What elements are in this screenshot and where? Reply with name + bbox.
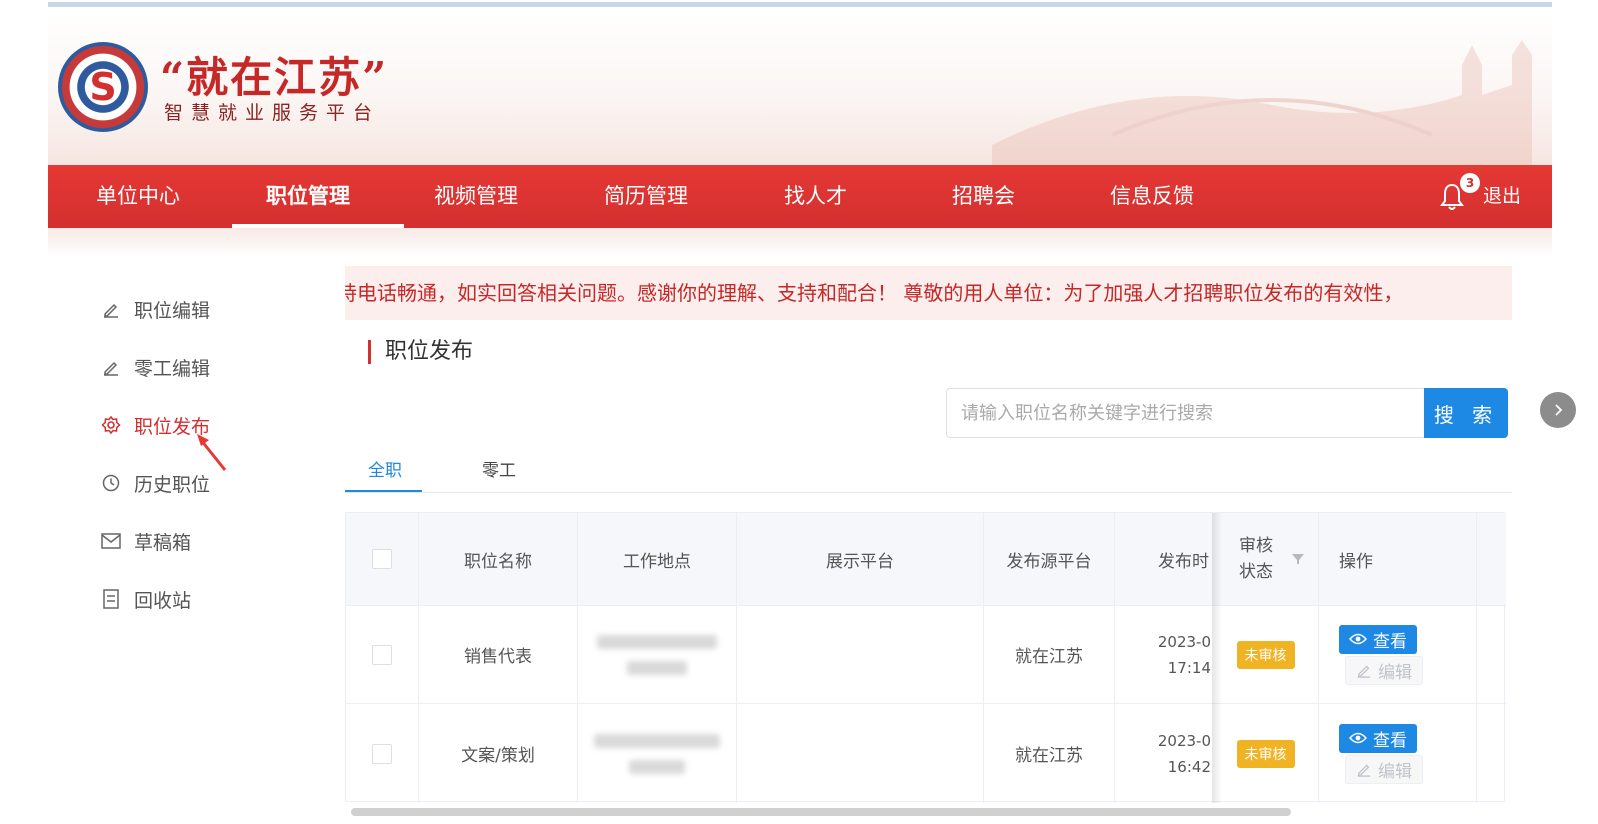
row-checkbox-cell <box>346 606 419 703</box>
cell-actions: 查看 编辑 <box>1319 606 1477 703</box>
tab-gig[interactable]: 零工 <box>482 456 516 481</box>
fixed-column-shadow <box>1212 513 1222 803</box>
cell-job-name: 销售代表 <box>419 606 578 703</box>
edit-button[interactable]: 编辑 <box>1345 754 1423 784</box>
notice-text: 持电话畅通，如实回答相关问题。感谢你的理解、支持和配合！ 尊敬的用人单位：为了加… <box>345 281 1404 305</box>
tabs-divider <box>345 492 1512 493</box>
view-button[interactable]: 查看 <box>1339 624 1417 654</box>
pencil-icon <box>1357 665 1371 678</box>
logo-emblem: S <box>58 42 148 132</box>
search-button[interactable]: 搜 索 <box>1424 388 1508 438</box>
column-header-display-platform: 展示平台 <box>737 513 984 605</box>
cell-display-platform <box>737 606 984 703</box>
status-badge: 未审核 <box>1236 739 1295 768</box>
sidebar-item-label: 零工编辑 <box>134 357 211 380</box>
column-header-source-platform: 发布源平台 <box>984 513 1115 605</box>
sidebar-item-job-publish[interactable]: 职位发布 <box>100 410 210 440</box>
skyline-decoration-icon <box>992 40 1532 165</box>
nav-item-job-management[interactable]: 职位管理 <box>266 165 350 228</box>
top-border <box>48 2 1552 7</box>
mail-icon <box>100 530 122 552</box>
logo-title: “就在江苏” <box>160 53 389 102</box>
row-checkbox-cell <box>346 704 419 803</box>
cell-source-platform: 就在江苏 <box>984 704 1115 803</box>
tab-full-time[interactable]: 全职 <box>368 456 402 481</box>
search-input[interactable] <box>946 388 1424 438</box>
annotation-arrow-icon <box>197 434 227 471</box>
notification-badge: 3 <box>1460 173 1480 193</box>
gear-icon <box>100 414 122 436</box>
column-header-actions: 操作 <box>1319 513 1477 605</box>
nav-item-job-fair[interactable]: 招聘会 <box>952 165 1015 228</box>
eye-icon <box>1349 633 1367 645</box>
logout-link[interactable]: 退出 <box>1483 165 1521 228</box>
nav-item-video-management[interactable]: 视频管理 <box>434 165 518 228</box>
main-nav: 单位中心 职位管理 视频管理 简历管理 找人才 招聘会 信息反馈 3 退出 <box>48 165 1552 228</box>
pencil-icon <box>100 356 122 378</box>
cell-review-status: 未审核 <box>1213 606 1319 703</box>
cell-publish-time: 2023-0 17:14 <box>1157 632 1211 677</box>
column-header-location: 工作地点 <box>578 513 737 605</box>
job-table: 职位名称 工作地点 展示平台 发布源平台 发布时 审核 状态 操作 销售代表 就… <box>345 512 1506 803</box>
row-checkbox[interactable] <box>372 743 392 764</box>
review-status-label-line2: 状态 <box>1239 562 1273 582</box>
column-header-review-status: 审核 状态 <box>1213 513 1319 605</box>
sidebar-item-label: 回收站 <box>134 589 192 612</box>
edit-button[interactable]: 编辑 <box>1345 655 1423 685</box>
nav-item-find-talent[interactable]: 找人才 <box>784 165 847 228</box>
nav-item-resume-management[interactable]: 简历管理 <box>604 165 688 228</box>
column-header-name: 职位名称 <box>419 513 578 605</box>
notice-marquee: 持电话畅通，如实回答相关问题。感谢你的理解、支持和配合！ 尊敬的用人单位：为了加… <box>345 266 1512 320</box>
sidebar-item-recycle-bin[interactable]: 回收站 <box>100 584 191 614</box>
cell-actions: 查看 编辑 <box>1319 704 1477 803</box>
filter-icon[interactable] <box>1292 553 1304 565</box>
horizontal-scrollbar[interactable] <box>351 808 1291 816</box>
document-icon <box>100 588 122 610</box>
eye-icon <box>1349 732 1367 744</box>
cell-review-status: 未审核 <box>1213 704 1319 803</box>
chevron-right-icon <box>1555 404 1563 416</box>
status-badge: 未审核 <box>1236 640 1295 669</box>
sidebar-item-label: 职位编辑 <box>134 299 211 322</box>
sidebar-item-job-edit[interactable]: 职位编辑 <box>100 294 210 324</box>
view-button[interactable]: 查看 <box>1339 723 1417 753</box>
sidebar-item-label: 历史职位 <box>134 473 211 496</box>
row-checkbox[interactable] <box>372 644 392 665</box>
cell-job-name: 文案/策划 <box>419 704 578 803</box>
sidebar-item-label: 草稿箱 <box>134 531 192 554</box>
header-checkbox-cell <box>346 513 419 605</box>
cell-display-platform <box>737 704 984 803</box>
cell-location-redacted <box>578 606 737 703</box>
site-header: S “就在江苏” 智慧就业服务平台 <box>48 8 1552 165</box>
review-status-label-line1: 审核 <box>1239 536 1273 556</box>
logo-subtitle: 智慧就业服务平台 <box>164 102 381 124</box>
clock-icon <box>100 472 122 494</box>
page-title: 职位发布 <box>368 340 473 364</box>
pencil-icon <box>1357 764 1371 777</box>
nav-item-unit-center[interactable]: 单位中心 <box>96 165 180 228</box>
select-all-checkbox[interactable] <box>372 549 392 569</box>
next-page-button[interactable] <box>1540 392 1576 428</box>
nav-shadow <box>48 228 1552 258</box>
column-header-publish-time: 发布时 <box>1158 551 1209 572</box>
sidebar-item-history-jobs[interactable]: 历史职位 <box>100 468 210 498</box>
cell-location-redacted <box>578 704 737 803</box>
nav-item-feedback[interactable]: 信息反馈 <box>1110 165 1194 228</box>
cell-source-platform: 就在江苏 <box>984 606 1115 703</box>
cell-publish-time: 2023-0 16:42 <box>1157 731 1211 776</box>
pencil-icon <box>100 298 122 320</box>
sidebar-item-drafts[interactable]: 草稿箱 <box>100 526 191 556</box>
sidebar-item-gig-edit[interactable]: 零工编辑 <box>100 352 210 382</box>
tab-active-indicator <box>345 490 422 492</box>
